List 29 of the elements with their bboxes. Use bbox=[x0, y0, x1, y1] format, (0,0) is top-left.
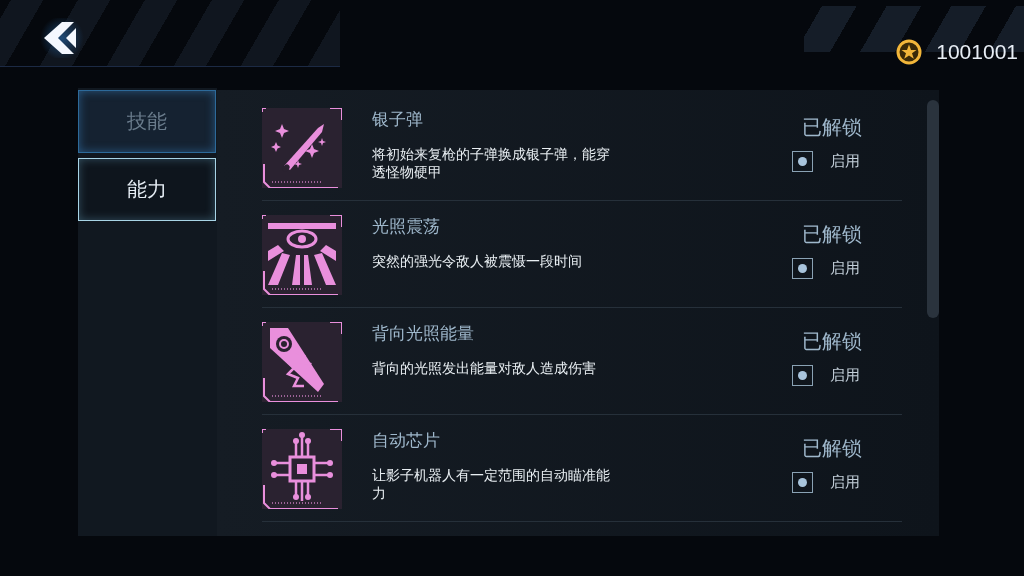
ability-title: 背向光照能量 bbox=[372, 322, 475, 345]
ability-description: 突然的强光令敌人被震慑一段时间 bbox=[372, 252, 583, 271]
checkbox[interactable] bbox=[792, 472, 813, 493]
ability-icon bbox=[262, 108, 342, 188]
checkbox-label: 启用 bbox=[830, 366, 860, 385]
unlock-status: 已解锁 bbox=[802, 114, 862, 141]
ability-icon bbox=[262, 215, 342, 295]
ability-description: 让影子机器人有一定范围的自动瞄准能力 bbox=[372, 466, 611, 503]
ability-description: 将初始来复枪的子弹换成银子弹，能穿透怪物硬甲 bbox=[372, 145, 611, 182]
unlock-status: 已解锁 bbox=[802, 435, 862, 462]
coin-count: 1001001 bbox=[936, 40, 1019, 64]
unlock-status: 已解锁 bbox=[802, 328, 862, 355]
star-coin-icon bbox=[896, 39, 923, 65]
unlock-status: 已解锁 bbox=[802, 221, 862, 248]
checkbox-label: 启用 bbox=[830, 473, 860, 492]
ability-title: 光照震荡 bbox=[372, 215, 441, 238]
ability-icon bbox=[262, 429, 342, 509]
checkbox[interactable] bbox=[792, 258, 813, 279]
ability-icon bbox=[262, 322, 342, 402]
ability-title: 自动芯片 bbox=[372, 429, 441, 452]
ability-description: 背向的光照发出能量对敌人造成伤害 bbox=[372, 359, 597, 378]
checkbox-label: 启用 bbox=[830, 259, 860, 278]
checkbox[interactable] bbox=[792, 365, 813, 386]
ability-title: 银子弹 bbox=[372, 108, 424, 131]
checkbox[interactable] bbox=[792, 151, 813, 172]
tab[interactable]: 技能 bbox=[78, 90, 216, 153]
scrollbar[interactable] bbox=[927, 100, 939, 318]
checkbox-label: 启用 bbox=[830, 152, 860, 171]
tab[interactable]: 能力 bbox=[78, 158, 216, 221]
